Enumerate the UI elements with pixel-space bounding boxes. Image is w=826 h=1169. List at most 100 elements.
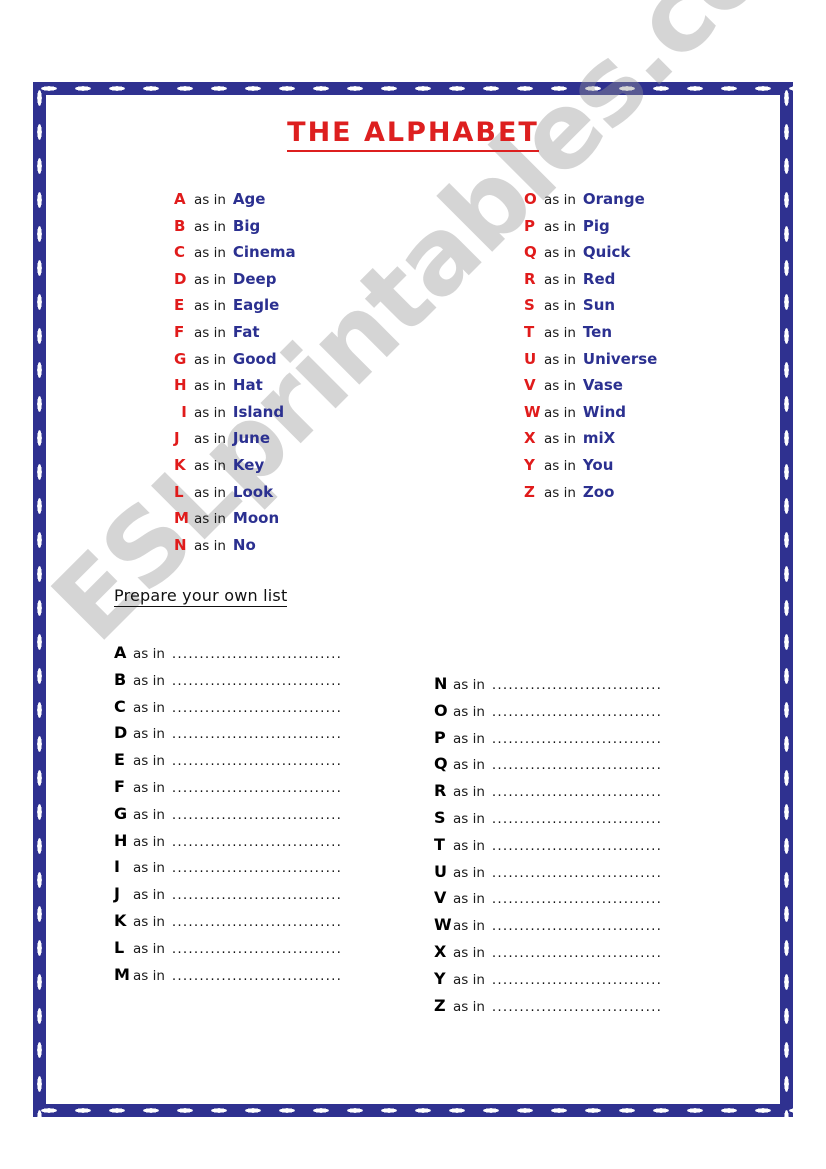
example-word: Universe — [582, 349, 658, 368]
example-connector: as in — [194, 537, 226, 554]
practice-letter: E — [114, 750, 125, 770]
practice-row[interactable]: Qas in............................... — [434, 754, 662, 781]
practice-row[interactable]: Pas in............................... — [434, 728, 662, 755]
example-connector: as in — [194, 484, 226, 501]
practice-row[interactable]: Ias in............................... — [114, 857, 342, 884]
practice-blank-line[interactable]: ............................... — [492, 865, 662, 881]
example-word: Good — [232, 349, 277, 368]
practice-blank-line[interactable]: ............................... — [492, 784, 662, 800]
example-connector: as in — [194, 457, 226, 474]
practice-row[interactable]: Zas in............................... — [434, 996, 662, 1023]
practice-blank-line[interactable]: ............................... — [492, 891, 662, 907]
example-word: Moon — [232, 509, 280, 528]
example-word: Vase — [582, 376, 623, 395]
practice-row[interactable]: Aas in............................... — [114, 643, 342, 670]
practice-blank-line[interactable]: ............................... — [172, 700, 342, 716]
example-row: Cas in Cinema — [174, 243, 296, 270]
practice-blank-line[interactable]: ............................... — [172, 673, 342, 689]
practice-letter: F — [114, 776, 125, 796]
example-word: Key — [232, 455, 265, 474]
practice-row[interactable]: Was in............................... — [434, 915, 662, 942]
practice-row[interactable]: Oas in............................... — [434, 701, 662, 728]
practice-connector: as in — [453, 998, 485, 1015]
practice-blank-line[interactable]: ............................... — [492, 677, 662, 693]
example-letter: W — [524, 402, 541, 421]
practice-blank-line[interactable]: ............................... — [172, 887, 342, 903]
practice-blank-line[interactable]: ............................... — [492, 945, 662, 961]
practice-blank-line[interactable]: ............................... — [492, 999, 662, 1015]
practice-letter: K — [114, 910, 127, 930]
practice-connector: as in — [453, 971, 485, 988]
example-row: Bas in Big — [174, 217, 296, 244]
practice-row[interactable]: Jas in............................... — [114, 884, 342, 911]
example-row: Jas in June — [174, 429, 296, 456]
example-connector: as in — [544, 351, 576, 368]
practice-blank-line[interactable]: ............................... — [492, 838, 662, 854]
practice-blank-line[interactable]: ............................... — [172, 834, 342, 850]
example-connector: as in — [194, 378, 226, 395]
practice-blank-line[interactable]: ............................... — [172, 780, 342, 796]
practice-blank-line[interactable]: ............................... — [172, 726, 342, 742]
practice-row[interactable]: Kas in............................... — [114, 911, 342, 938]
practice-letter: W — [434, 915, 452, 935]
practice-blank-line[interactable]: ............................... — [492, 918, 662, 934]
practice-letter: Z — [434, 995, 446, 1015]
practice-connector: as in — [453, 944, 485, 961]
practice-row[interactable]: Tas in............................... — [434, 835, 662, 862]
practice-row[interactable]: Uas in............................... — [434, 862, 662, 889]
practice-row[interactable]: Fas in............................... — [114, 777, 342, 804]
practice-row[interactable]: Las in............................... — [114, 938, 342, 965]
practice-row[interactable]: Has in............................... — [114, 831, 342, 858]
practice-row[interactable]: Sas in............................... — [434, 808, 662, 835]
practice-connector: as in — [133, 806, 165, 823]
example-letter: J — [174, 429, 180, 448]
practice-blank-line[interactable]: ............................... — [172, 753, 342, 769]
practice-blank-line[interactable]: ............................... — [172, 860, 342, 876]
practice-letter: T — [434, 834, 445, 854]
practice-blanks-section: Aas in............................... Bas… — [46, 643, 780, 1023]
practice-row[interactable]: Ras in............................... — [434, 781, 662, 808]
example-word: Hat — [232, 376, 263, 395]
example-letter: K — [174, 455, 186, 474]
blanks-left-column: Aas in............................... Bas… — [114, 643, 342, 991]
practice-blank-line[interactable]: ............................... — [172, 807, 342, 823]
example-letter: R — [524, 269, 536, 288]
example-connector: as in — [544, 271, 576, 288]
example-row: Uas in Universe — [524, 350, 657, 377]
example-word: miX — [582, 429, 616, 448]
practice-row[interactable]: Gas in............................... — [114, 804, 342, 831]
example-connector: as in — [194, 245, 226, 262]
example-word: Red — [582, 269, 616, 288]
practice-blank-line[interactable]: ............................... — [492, 757, 662, 773]
practice-row[interactable]: Vas in............................... — [434, 888, 662, 915]
practice-row[interactable]: Xas in............................... — [434, 942, 662, 969]
practice-row[interactable]: Cas in............................... — [114, 697, 342, 724]
practice-blank-line[interactable]: ............................... — [492, 811, 662, 827]
practice-blank-line[interactable]: ............................... — [172, 914, 342, 930]
practice-row[interactable]: Eas in............................... — [114, 750, 342, 777]
practice-blank-line[interactable]: ............................... — [492, 704, 662, 720]
practice-letter: Q — [434, 754, 448, 774]
example-letter: L — [174, 482, 184, 501]
practice-connector: as in — [453, 730, 485, 747]
alphabet-examples-section: Aas in Age Bas in Big Cas in Cinema Das in Deep… — [46, 190, 780, 570]
example-connector: as in — [544, 457, 576, 474]
example-row: Kas in Key — [174, 456, 296, 483]
examples-left-column: Aas in Age Bas in Big Cas in Cinema Das in Deep… — [174, 190, 296, 562]
example-row: Oas in Orange — [524, 190, 657, 217]
practice-blank-line[interactable]: ............................... — [492, 972, 662, 988]
practice-connector: as in — [453, 891, 485, 908]
example-row: Nas in No — [174, 536, 296, 563]
example-letter: B — [174, 216, 186, 235]
example-letter: C — [174, 243, 186, 262]
practice-row[interactable]: Yas in............................... — [434, 969, 662, 996]
practice-blank-line[interactable]: ............................... — [172, 941, 342, 957]
practice-blank-line[interactable]: ............................... — [172, 646, 342, 662]
practice-blank-line[interactable]: ............................... — [492, 731, 662, 747]
practice-blank-line[interactable]: ............................... — [172, 968, 342, 984]
practice-row[interactable]: Nas in............................... — [434, 674, 662, 701]
example-connector: as in — [194, 298, 226, 315]
practice-row[interactable]: Das in............................... — [114, 723, 342, 750]
practice-row[interactable]: Bas in............................... — [114, 670, 342, 697]
practice-row[interactable]: Mas in............................... — [114, 965, 342, 992]
